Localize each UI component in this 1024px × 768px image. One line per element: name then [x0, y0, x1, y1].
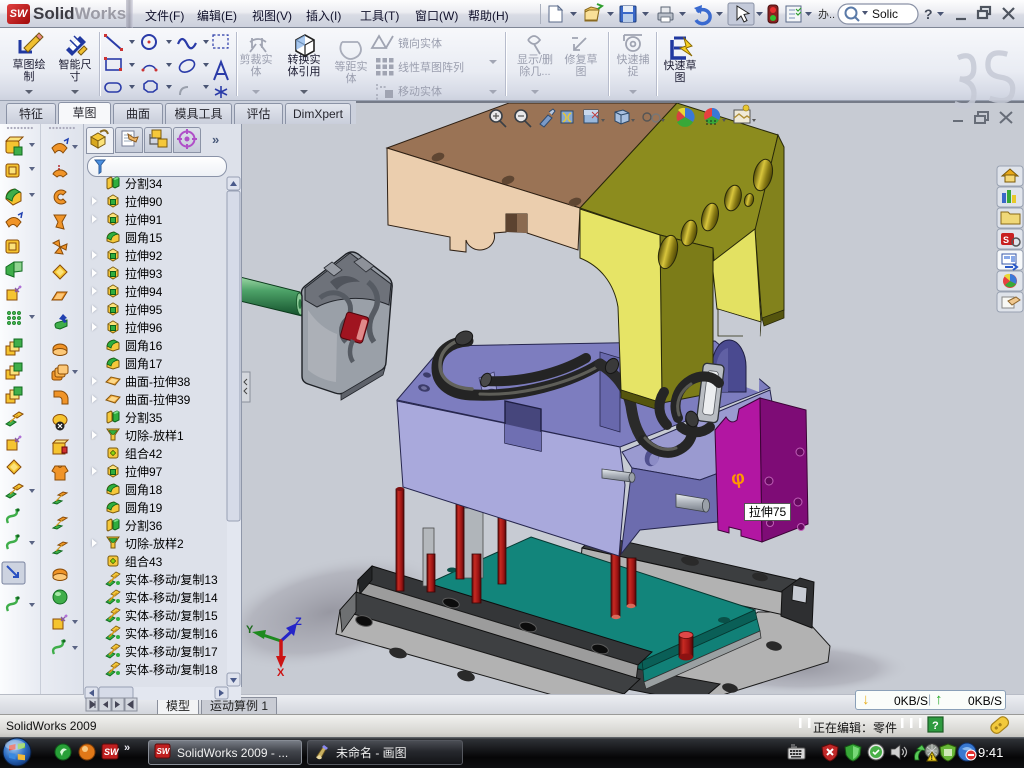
svg-text:φ: φ: [730, 467, 746, 490]
svg-text:Z: Z: [295, 616, 302, 628]
svg-text:S: S: [1003, 235, 1009, 245]
svg-text:SW: SW: [104, 747, 120, 757]
svg-text:Y: Y: [246, 624, 254, 636]
svg-text:»: »: [124, 742, 130, 754]
svg-text:X: X: [277, 667, 285, 679]
svg-text:!: !: [931, 755, 933, 762]
svg-text:SW: SW: [157, 747, 171, 756]
